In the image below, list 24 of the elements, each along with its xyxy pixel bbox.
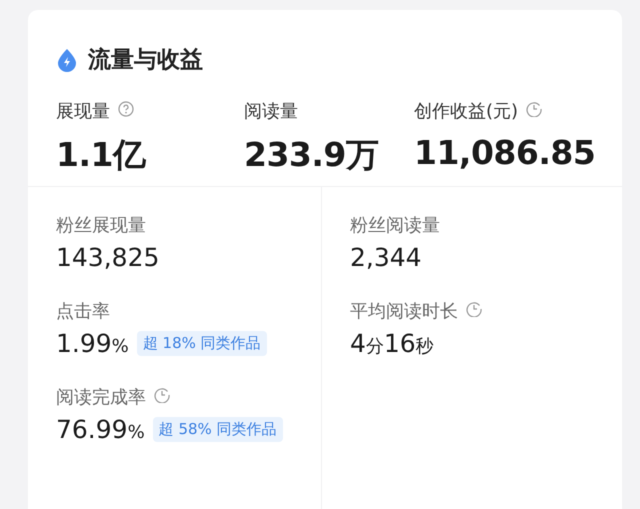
metric-label: 点击率 — [56, 300, 110, 323]
metric-label: 粉丝阅读量 — [350, 214, 440, 237]
metric-label: 展现量 — [56, 100, 110, 123]
metric-value: 1.1亿 — [56, 134, 147, 176]
metric-value: 233.9万 — [244, 134, 380, 176]
comparison-tag: 超 58% 同类作品 — [152, 417, 283, 442]
metric-value: 1.99% — [56, 329, 129, 358]
metric-label: 粉丝展现量 — [56, 214, 146, 237]
card-title: 流量与收益 — [88, 46, 203, 75]
metric-label: 平均阅读时长 — [350, 300, 458, 323]
clock-icon — [526, 101, 542, 117]
clock-icon — [466, 301, 482, 317]
lightning-drop-icon — [56, 48, 78, 72]
metric-value: 143,825 — [56, 243, 160, 272]
metric-value: 4分16秒 — [350, 329, 434, 358]
metric-label: 阅读完成率 — [56, 386, 146, 409]
metric-value: 2,344 — [350, 243, 422, 272]
metric-label: 创作收益(元) — [414, 100, 518, 123]
comparison-tag: 超 18% 同类作品 — [136, 331, 267, 356]
help-icon — [118, 101, 134, 117]
metric-value: 11,086.85 — [414, 133, 596, 172]
metric-label: 阅读量 — [244, 100, 298, 123]
metric-value: 76.99% — [56, 415, 145, 444]
clock-icon — [154, 387, 170, 403]
